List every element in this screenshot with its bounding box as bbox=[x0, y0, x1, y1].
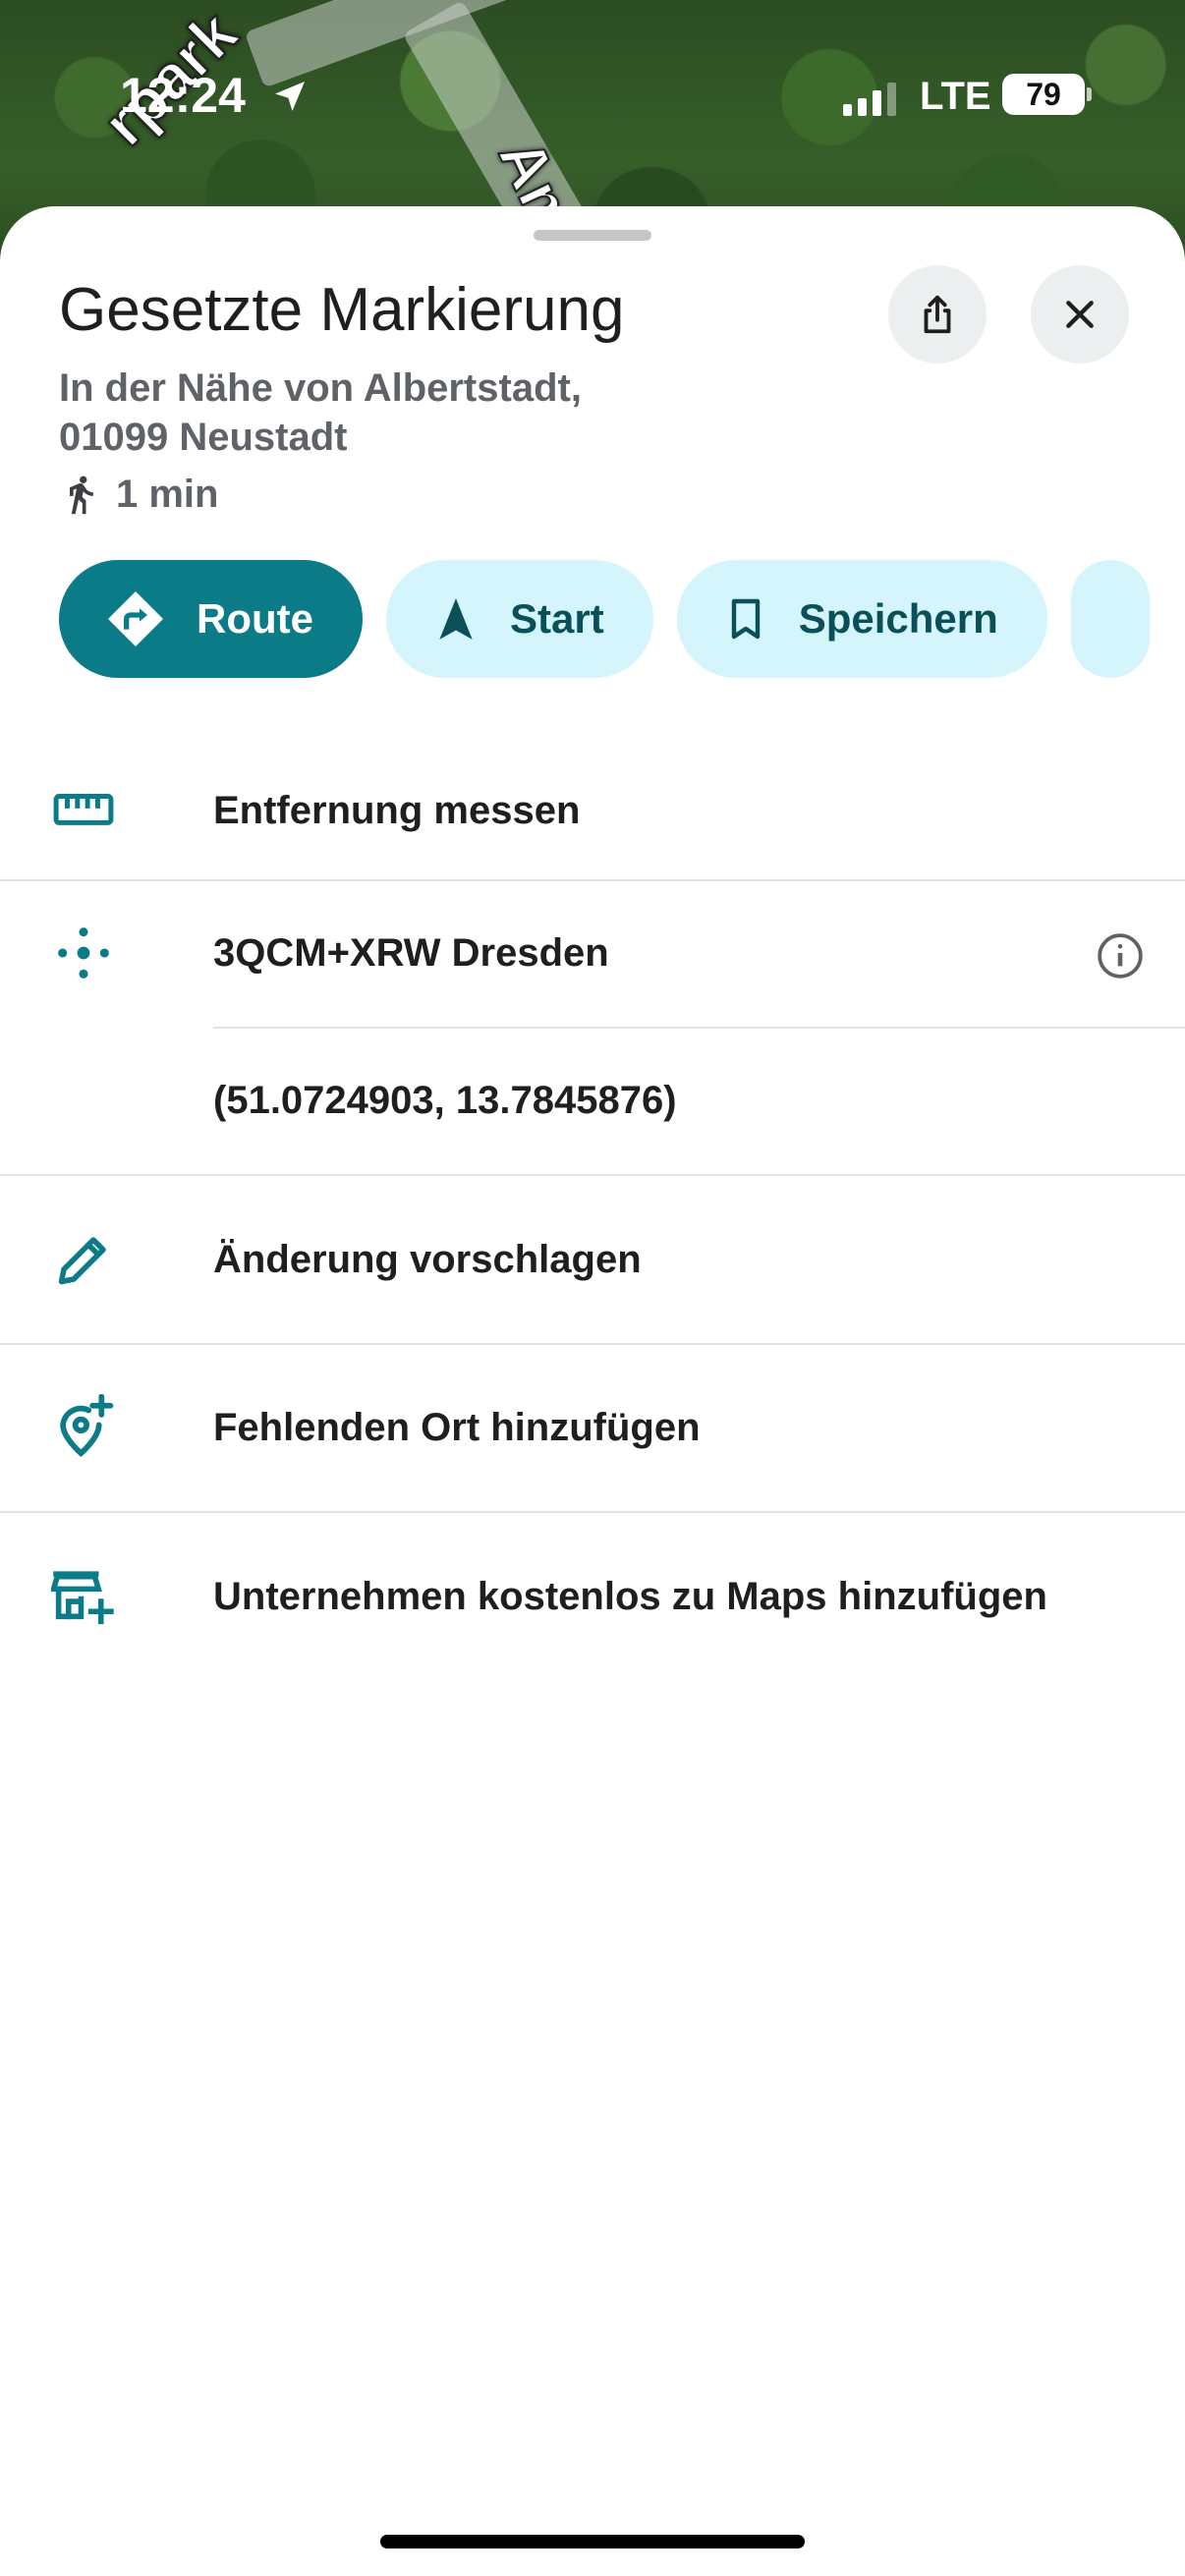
coordinates-label: (51.0724903, 13.7845876) bbox=[213, 1079, 677, 1122]
walk-time: 1 min bbox=[59, 470, 218, 519]
battery-tip bbox=[1087, 87, 1092, 101]
walking-icon bbox=[70, 476, 93, 515]
more-actions-chip[interactable] bbox=[1070, 560, 1150, 678]
close-icon bbox=[1066, 301, 1094, 328]
bookmark-icon bbox=[731, 598, 760, 640]
measure-distance-label: Entfernung messen bbox=[213, 789, 581, 832]
add-location-icon bbox=[49, 1393, 118, 1462]
sheet-drag-handle[interactable] bbox=[534, 230, 651, 241]
measure-distance-item[interactable]: Entfernung messen bbox=[0, 761, 1185, 860]
divider bbox=[0, 1511, 1185, 1513]
address-line: In der Nähe von Albertstadt, bbox=[59, 366, 582, 410]
plus-code-label: 3QCM+XRW Dresden bbox=[213, 931, 609, 975]
location-arrow-icon bbox=[275, 82, 305, 111]
start-button[interactable]: Start bbox=[386, 560, 653, 678]
place-address: In der Nähe von Albertstadt, 01099 Neust… bbox=[59, 364, 747, 462]
cellular-signal-icon bbox=[843, 83, 896, 116]
battery-icon: 79 bbox=[1002, 74, 1085, 115]
route-label: Route bbox=[197, 595, 313, 642]
add-business-label: Unternehmen kostenlos zu Maps hinzufügen bbox=[213, 1575, 1047, 1618]
status-time: 12:24 bbox=[120, 68, 246, 123]
address-line: 01099 Neustadt bbox=[59, 416, 348, 459]
close-button[interactable] bbox=[1031, 265, 1129, 364]
start-label: Start bbox=[510, 595, 604, 642]
suggest-edit-item[interactable]: Änderung vorschlagen bbox=[0, 1210, 1185, 1309]
pencil-icon bbox=[49, 1225, 118, 1294]
plus-code-icon bbox=[49, 919, 118, 987]
place-sheet: Gesetzte Markierung In der Nähe von Albe… bbox=[0, 206, 1185, 2576]
share-icon bbox=[924, 295, 951, 334]
action-chips: Route Start Speichern bbox=[59, 560, 1150, 678]
plus-code-item[interactable]: 3QCM+XRW Dresden bbox=[0, 904, 1185, 1002]
home-indicator[interactable] bbox=[380, 2535, 805, 2548]
divider bbox=[0, 1343, 1185, 1345]
route-button[interactable]: Route bbox=[59, 560, 363, 678]
add-business-icon bbox=[49, 1562, 118, 1631]
save-label: Speichern bbox=[798, 595, 998, 642]
add-business-item[interactable]: Unternehmen kostenlos zu Maps hinzufügen bbox=[0, 1547, 1185, 1646]
divider bbox=[213, 1027, 1185, 1029]
network-type: LTE bbox=[920, 75, 991, 118]
share-button[interactable] bbox=[888, 265, 987, 364]
save-button[interactable]: Speichern bbox=[676, 560, 1047, 678]
navigation-arrow-icon bbox=[439, 598, 473, 640]
divider bbox=[0, 879, 1185, 881]
divider bbox=[0, 1174, 1185, 1176]
ruler-icon bbox=[49, 776, 118, 845]
directions-icon bbox=[108, 591, 163, 646]
place-title: Gesetzte Markierung bbox=[59, 276, 625, 344]
suggest-edit-label: Änderung vorschlagen bbox=[213, 1238, 642, 1281]
info-icon[interactable] bbox=[1096, 931, 1145, 980]
status-bar: 12:24 LTE 79 bbox=[0, 0, 1185, 196]
add-missing-place-item[interactable]: Fehlenden Ort hinzufügen bbox=[0, 1378, 1185, 1477]
walk-time-label: 1 min bbox=[116, 472, 219, 516]
add-missing-place-label: Fehlenden Ort hinzufügen bbox=[213, 1406, 701, 1449]
coordinates-item[interactable]: (51.0724903, 13.7845876) bbox=[0, 1051, 1185, 1149]
